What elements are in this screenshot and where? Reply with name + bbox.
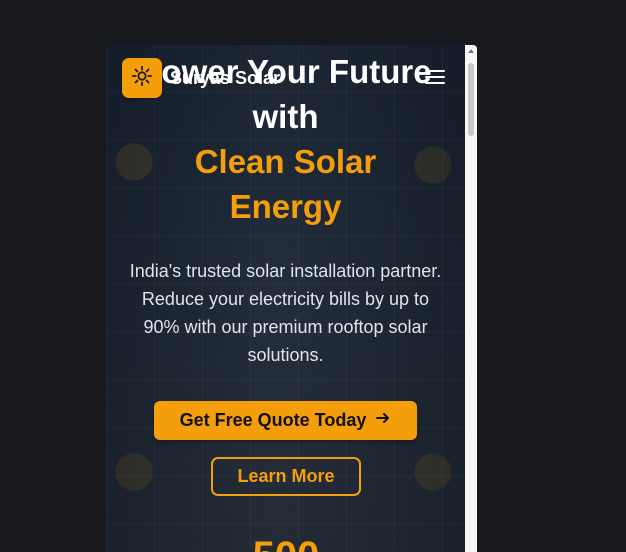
hero-title-line-2: with — [252, 98, 319, 135]
mobile-browser-frame: Power Your Future with Clean Solar Energ… — [106, 45, 477, 552]
menu-button[interactable] — [421, 64, 449, 92]
partial-stat-number: 500 — [236, 536, 336, 552]
hero-viewport: Power Your Future with Clean Solar Energ… — [106, 45, 465, 552]
scroll-up-arrow-icon[interactable] — [468, 49, 474, 53]
sun-icon — [131, 65, 153, 92]
scrollbar-thumb[interactable] — [468, 63, 474, 136]
hero-title-accent-line-2: Energy — [229, 188, 342, 225]
brand-link[interactable]: Suryas Solar — [122, 58, 280, 98]
hamburger-menu-icon — [424, 68, 446, 89]
vertical-scrollbar[interactable] — [465, 45, 477, 552]
hero-description: India's trusted solar installation partn… — [129, 261, 442, 365]
learn-more-button[interactable]: Learn More — [211, 457, 361, 496]
get-free-quote-button[interactable]: Get Free Quote Today — [154, 401, 417, 440]
hero-section: Power Your Future with Clean Solar Energ… — [106, 45, 465, 552]
hero-title-accent-line-1: Clean Solar — [194, 143, 377, 180]
arrow-right-icon — [375, 410, 391, 431]
top-navigation: Suryas Solar — [122, 58, 449, 98]
page-background: Power Your Future with Clean Solar Energ… — [0, 0, 626, 552]
brand-logo — [122, 58, 162, 98]
get-free-quote-label: Get Free Quote Today — [179, 410, 367, 430]
brand-name: Suryas Solar — [170, 68, 281, 88]
